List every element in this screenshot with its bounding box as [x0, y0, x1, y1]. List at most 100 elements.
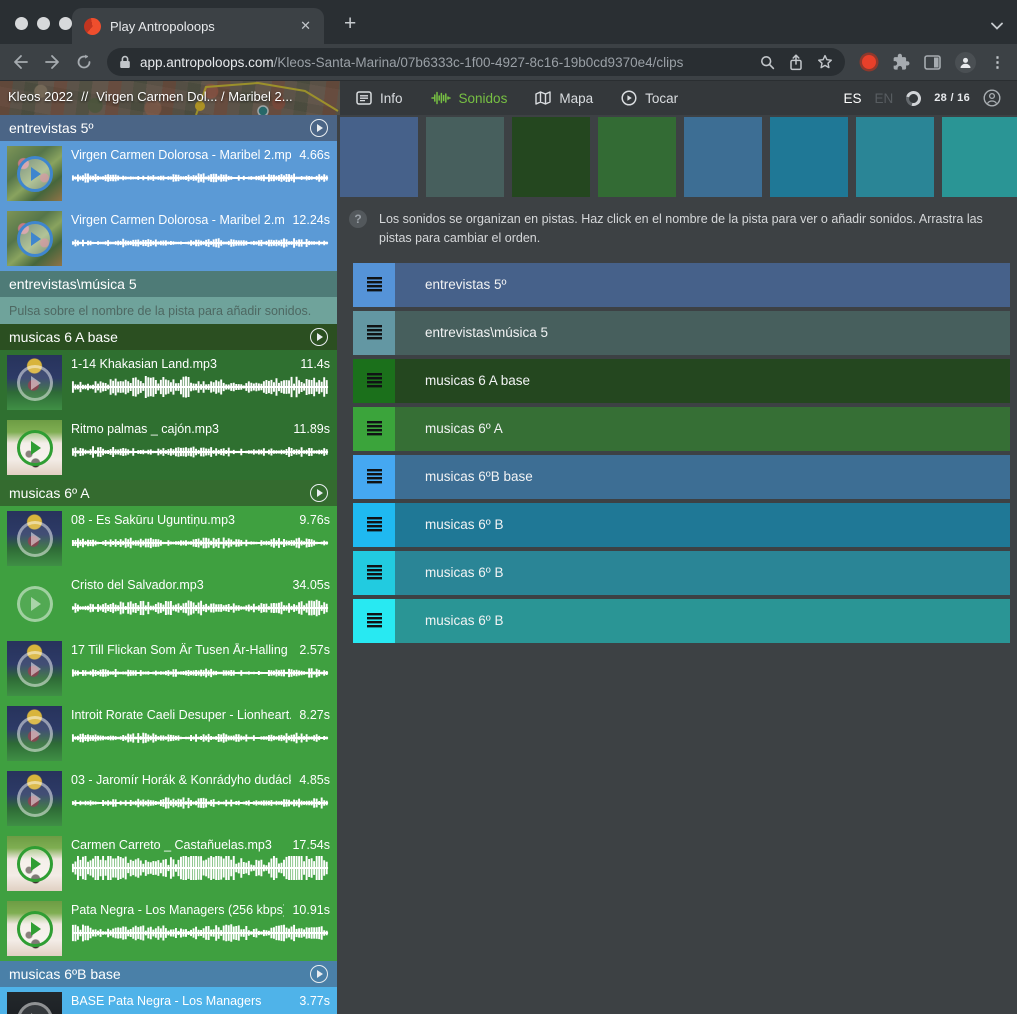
- track-name-cell[interactable]: musicas 6ºB base: [395, 455, 1010, 499]
- track-row[interactable]: musicas 6º B: [353, 503, 1010, 547]
- clip-row[interactable]: 1-14 Khakasian Land.mp311.4s: [0, 350, 337, 415]
- clip-row[interactable]: Introit Rorate Caeli Desuper - Lionheart…: [0, 701, 337, 766]
- clip-play-overlay[interactable]: [7, 576, 62, 631]
- clip-play-overlay[interactable]: [7, 992, 62, 1014]
- track-row[interactable]: musicas 6 A base: [353, 359, 1010, 403]
- track-name-cell[interactable]: entrevistas\música 5: [395, 311, 1010, 355]
- track-section-header[interactable]: entrevistas 5º: [0, 115, 337, 141]
- zoom-page-icon[interactable]: [760, 55, 775, 70]
- forward-button[interactable]: [44, 54, 61, 70]
- track-name-cell[interactable]: musicas 6º B: [395, 503, 1010, 547]
- extensions-puzzle-icon[interactable]: [892, 53, 910, 71]
- track-row[interactable]: entrevistas\música 5: [353, 311, 1010, 355]
- track-row[interactable]: musicas 6º B: [353, 551, 1010, 595]
- track-section-header[interactable]: musicas 6 A base: [0, 324, 337, 350]
- clip-play-overlay[interactable]: [7, 706, 62, 761]
- track-name-cell[interactable]: musicas 6º B: [395, 551, 1010, 595]
- clip-row[interactable]: BASE Pata Negra - Los Managers3.77s: [0, 987, 337, 1014]
- clip-row[interactable]: 17 Till Flickan Som Är Tusen År-Halling …: [0, 636, 337, 701]
- clip-play-overlay[interactable]: [7, 641, 62, 696]
- clip-row[interactable]: 03 - Jaromír Horák & Konrádyho dudácká .…: [0, 766, 337, 831]
- bookmark-star-icon[interactable]: [817, 54, 833, 70]
- clip-row[interactable]: 08 - Es Sakūru Uguntiņu.mp39.76s: [0, 506, 337, 571]
- track-section-header[interactable]: entrevistas\música 5: [0, 271, 337, 297]
- nav-item-tocar[interactable]: Tocar: [621, 90, 678, 106]
- track-drag-handle[interactable]: [353, 263, 395, 307]
- clip-play-overlay[interactable]: [7, 771, 62, 826]
- reload-button[interactable]: [76, 54, 92, 70]
- clip-play-overlay[interactable]: [7, 836, 62, 891]
- track-row[interactable]: musicas 6º A: [353, 407, 1010, 451]
- clip-play-overlay[interactable]: [7, 901, 62, 956]
- track-drag-handle[interactable]: [353, 359, 395, 403]
- track-color-swatch[interactable]: [770, 117, 848, 197]
- browser-tab[interactable]: Play Antropoloops ✕: [72, 8, 324, 44]
- clip-play-overlay[interactable]: [7, 211, 62, 266]
- nav-item-mapa[interactable]: Mapa: [535, 91, 593, 106]
- play-circle-icon: [621, 90, 637, 106]
- clip-row[interactable]: Virgen Carmen Dolorosa - Maribel 2.mp34.…: [0, 141, 337, 206]
- clip-title-row: Pata Negra - Los Managers (256 kbps).mp3…: [71, 903, 330, 917]
- track-section-header[interactable]: musicas 6º A: [0, 480, 337, 506]
- clip-play-overlay[interactable]: [7, 355, 62, 410]
- drag-handle-icon: [367, 469, 382, 484]
- track-play-button[interactable]: [310, 328, 328, 346]
- lock-icon[interactable]: [119, 55, 131, 69]
- track-drag-handle[interactable]: [353, 311, 395, 355]
- address-bar[interactable]: app.antropoloops.com/Kleos-Santa-Marina/…: [107, 48, 845, 76]
- help-block: ? Los sonidos se organizan en pistas. Ha…: [337, 197, 1017, 255]
- track-color-swatch[interactable]: [598, 117, 676, 197]
- track-name-cell[interactable]: musicas 6 A base: [395, 359, 1010, 403]
- window-controls[interactable]: [15, 17, 72, 30]
- track-color-swatch[interactable]: [942, 117, 1017, 197]
- nav-item-sonidos[interactable]: Sonidos: [431, 91, 508, 106]
- language-es-toggle[interactable]: ES: [843, 91, 861, 106]
- breadcrumb-path[interactable]: Virgen Carmen Dol... / Maribel 2...: [96, 89, 292, 104]
- account-icon[interactable]: [983, 89, 1001, 107]
- clip-row[interactable]: Carmen Carreto _ Castañuelas.mp317.54s: [0, 831, 337, 896]
- url-text[interactable]: app.antropoloops.com/Kleos-Santa-Marina/…: [140, 55, 751, 70]
- clip-row[interactable]: Cristo del Salvador.mp334.05s: [0, 571, 337, 636]
- back-button[interactable]: [12, 54, 29, 70]
- track-name-cell[interactable]: musicas 6º B: [395, 599, 1010, 643]
- track-row[interactable]: musicas 6º B: [353, 599, 1010, 643]
- track-drag-handle[interactable]: [353, 551, 395, 595]
- track-drag-handle[interactable]: [353, 407, 395, 451]
- tab-close-icon[interactable]: ✕: [297, 18, 314, 34]
- track-color-swatch[interactable]: [512, 117, 590, 197]
- track-color-swatch[interactable]: [684, 117, 762, 197]
- profile-avatar[interactable]: [955, 52, 976, 73]
- track-play-button[interactable]: [310, 119, 328, 137]
- window-minimize-button[interactable]: [37, 17, 50, 30]
- track-row[interactable]: musicas 6ºB base: [353, 455, 1010, 499]
- track-name-cell[interactable]: musicas 6º A: [395, 407, 1010, 451]
- share-icon[interactable]: [789, 54, 803, 71]
- tab-search-chevron-icon[interactable]: [991, 8, 1003, 44]
- language-en-toggle[interactable]: EN: [874, 91, 893, 106]
- clip-row[interactable]: Pata Negra - Los Managers (256 kbps).mp3…: [0, 896, 337, 961]
- track-play-button[interactable]: [310, 965, 328, 983]
- clip-row[interactable]: Virgen Carmen Dolorosa - Maribel 2.mp312…: [0, 206, 337, 271]
- side-panel-icon[interactable]: [924, 55, 941, 70]
- track-drag-handle[interactable]: [353, 503, 395, 547]
- nav-item-info[interactable]: Info: [356, 91, 403, 106]
- clip-play-overlay[interactable]: [7, 511, 62, 566]
- track-color-swatch[interactable]: [426, 117, 504, 197]
- window-zoom-button[interactable]: [59, 17, 72, 30]
- record-extension-icon[interactable]: [862, 55, 876, 69]
- track-drag-handle[interactable]: [353, 599, 395, 643]
- window-close-button[interactable]: [15, 17, 28, 30]
- browser-menu-icon[interactable]: ⋮: [990, 53, 1005, 71]
- track-section-header[interactable]: musicas 6ºB base: [0, 961, 337, 987]
- track-play-button[interactable]: [310, 484, 328, 502]
- track-color-swatch[interactable]: [340, 117, 418, 197]
- track-color-swatch[interactable]: [856, 117, 934, 197]
- breadcrumb-project[interactable]: Kleos 2022: [8, 89, 73, 104]
- new-tab-button[interactable]: +: [338, 8, 362, 44]
- clip-play-overlay[interactable]: [7, 420, 62, 475]
- track-name-cell[interactable]: entrevistas 5º: [395, 263, 1010, 307]
- clip-play-overlay[interactable]: [7, 146, 62, 201]
- track-drag-handle[interactable]: [353, 455, 395, 499]
- clip-row[interactable]: Ritmo palmas _ cajón.mp311.89s: [0, 415, 337, 480]
- track-row[interactable]: entrevistas 5º: [353, 263, 1010, 307]
